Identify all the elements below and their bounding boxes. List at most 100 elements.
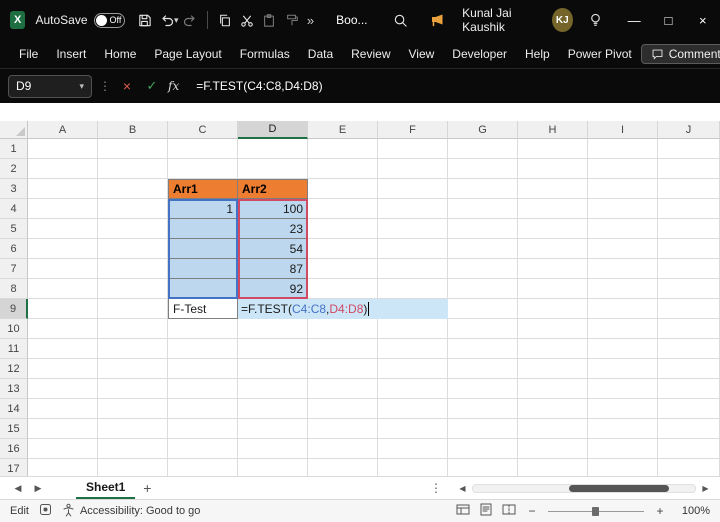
row-header-2[interactable]: 2 — [0, 159, 28, 179]
cell-J9[interactable] — [658, 299, 720, 319]
ribbon-tab-file[interactable]: File — [10, 43, 47, 65]
cell-E6[interactable] — [308, 239, 378, 259]
cell-E8[interactable] — [308, 279, 378, 299]
cell-B1[interactable] — [98, 139, 168, 159]
cell-H12[interactable] — [518, 359, 588, 379]
cell-G11[interactable] — [448, 339, 518, 359]
cancel-entry-button[interactable]: × — [118, 78, 136, 94]
row-header-11[interactable]: 11 — [0, 339, 28, 359]
cell-F17[interactable] — [378, 459, 448, 476]
cell-J15[interactable] — [658, 419, 720, 439]
row-header-7[interactable]: 7 — [0, 259, 28, 279]
cell-B14[interactable] — [98, 399, 168, 419]
cell-C4[interactable]: 1 — [168, 199, 238, 219]
ribbon-tab-insert[interactable]: Insert — [47, 43, 95, 65]
cell-E2[interactable] — [308, 159, 378, 179]
cell-C17[interactable] — [168, 459, 238, 476]
cell-A14[interactable] — [28, 399, 98, 419]
cell-B13[interactable] — [98, 379, 168, 399]
cell-G7[interactable] — [448, 259, 518, 279]
cell-G4[interactable] — [448, 199, 518, 219]
row-header-1[interactable]: 1 — [0, 139, 28, 159]
cell-B12[interactable] — [98, 359, 168, 379]
cell-B16[interactable] — [98, 439, 168, 459]
cell-C8[interactable] — [168, 279, 238, 299]
row-header-16[interactable]: 16 — [0, 439, 28, 459]
cell-E15[interactable] — [308, 419, 378, 439]
cell-J10[interactable] — [658, 319, 720, 339]
column-header-A[interactable]: A — [28, 121, 98, 139]
cell-G1[interactable] — [448, 139, 518, 159]
sheet-tab-sheet1[interactable]: Sheet1 — [76, 477, 135, 499]
ribbon-tab-data[interactable]: Data — [299, 43, 342, 65]
cell-C5[interactable] — [168, 219, 238, 239]
row-header-6[interactable]: 6 — [0, 239, 28, 259]
cell-C15[interactable] — [168, 419, 238, 439]
cell-I12[interactable] — [588, 359, 658, 379]
cell-I2[interactable] — [588, 159, 658, 179]
cell-A4[interactable] — [28, 199, 98, 219]
name-box-dropdown-icon[interactable]: ▾ — [79, 81, 84, 92]
cell-G10[interactable] — [448, 319, 518, 339]
user-name[interactable]: Kunal Jai Kaushik — [462, 6, 544, 34]
cell-J8[interactable] — [658, 279, 720, 299]
name-box[interactable]: D9 ▾ — [8, 75, 92, 98]
cell-E12[interactable] — [308, 359, 378, 379]
cell-I1[interactable] — [588, 139, 658, 159]
cell-D16[interactable] — [238, 439, 308, 459]
cell-D14[interactable] — [238, 399, 308, 419]
cell-C14[interactable] — [168, 399, 238, 419]
column-header-H[interactable]: H — [518, 121, 588, 139]
cell-B8[interactable] — [98, 279, 168, 299]
row-header-12[interactable]: 12 — [0, 359, 28, 379]
cell-C6[interactable] — [168, 239, 238, 259]
cell-I10[interactable] — [588, 319, 658, 339]
cell-A17[interactable] — [28, 459, 98, 476]
zoom-in-button[interactable]: + — [654, 504, 666, 518]
cell-G12[interactable] — [448, 359, 518, 379]
cell-B6[interactable] — [98, 239, 168, 259]
select-all-corner[interactable] — [0, 121, 28, 139]
cell-G16[interactable] — [448, 439, 518, 459]
cell-B11[interactable] — [98, 339, 168, 359]
row-header-15[interactable]: 15 — [0, 419, 28, 439]
redo-icon[interactable] — [179, 7, 201, 33]
cell-J12[interactable] — [658, 359, 720, 379]
cell-C2[interactable] — [168, 159, 238, 179]
cell-E13[interactable] — [308, 379, 378, 399]
cell-H1[interactable] — [518, 139, 588, 159]
cell-B3[interactable] — [98, 179, 168, 199]
cell-D17[interactable] — [238, 459, 308, 476]
maximize-button[interactable]: □ — [651, 0, 685, 40]
cell-I17[interactable] — [588, 459, 658, 476]
cell-F7[interactable] — [378, 259, 448, 279]
macro-record-icon[interactable] — [39, 503, 52, 519]
cell-F16[interactable] — [378, 439, 448, 459]
cell-A12[interactable] — [28, 359, 98, 379]
cell-C16[interactable] — [168, 439, 238, 459]
column-header-J[interactable]: J — [658, 121, 720, 139]
row-header-10[interactable]: 10 — [0, 319, 28, 339]
cell-E1[interactable] — [308, 139, 378, 159]
cell-I13[interactable] — [588, 379, 658, 399]
column-header-D[interactable]: D — [238, 121, 308, 139]
cell-H7[interactable] — [518, 259, 588, 279]
cell-A6[interactable] — [28, 239, 98, 259]
row-header-9[interactable]: 9 — [0, 299, 28, 319]
cell-C11[interactable] — [168, 339, 238, 359]
cell-G13[interactable] — [448, 379, 518, 399]
cell-C3[interactable]: Arr1 — [168, 179, 238, 199]
lightbulb-icon[interactable] — [585, 7, 607, 33]
cell-D12[interactable] — [238, 359, 308, 379]
enter-entry-button[interactable]: ✓ — [143, 78, 161, 94]
cell-B17[interactable] — [98, 459, 168, 476]
cell-H15[interactable] — [518, 419, 588, 439]
cell-H5[interactable] — [518, 219, 588, 239]
row-header-3[interactable]: 3 — [0, 179, 28, 199]
cell-A3[interactable] — [28, 179, 98, 199]
scrollbar-track[interactable] — [472, 484, 696, 493]
format-painter-icon[interactable] — [281, 7, 303, 33]
ribbon-tab-page-layout[interactable]: Page Layout — [145, 43, 230, 65]
cell-G8[interactable] — [448, 279, 518, 299]
row-header-8[interactable]: 8 — [0, 279, 28, 299]
